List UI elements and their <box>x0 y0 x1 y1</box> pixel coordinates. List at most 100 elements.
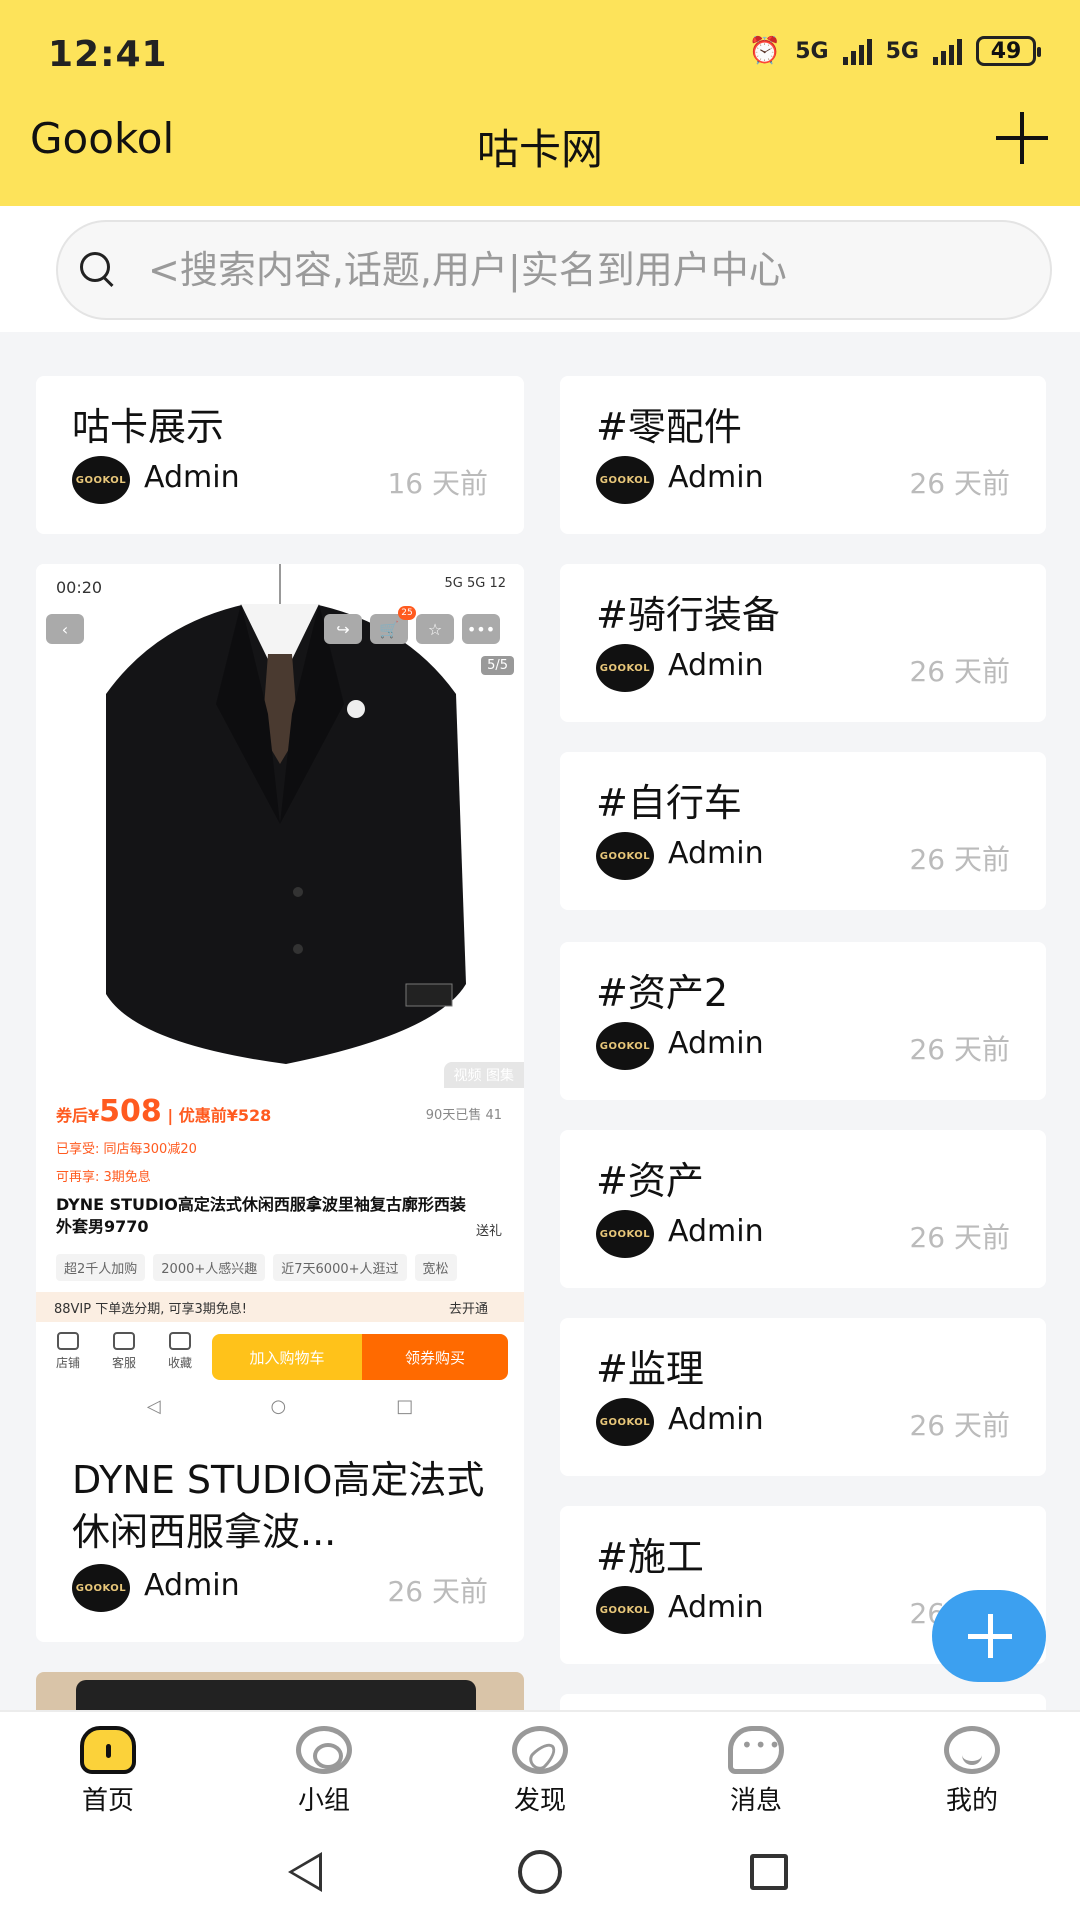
recent-apps-icon[interactable] <box>750 1854 788 1890</box>
app-name[interactable]: Gookol <box>30 114 174 163</box>
tab-profile[interactable]: 我的 <box>902 1726 1042 1826</box>
post-card-product[interactable]: 00:20 5G 5G 12 ‹ ↪ 🛒 25 ☆ ••• 5/5 视频 图集 … <box>36 564 524 1642</box>
topic-card[interactable]: #资产2 GOOKOL Admin 26 天前 <box>560 942 1046 1100</box>
post-card-peek[interactable] <box>36 1672 524 1712</box>
author-name[interactable]: Admin <box>144 1568 240 1603</box>
shot-system-nav: ◁ ○ □ <box>146 1396 414 1417</box>
tag: 2000+人感兴趣 <box>153 1254 266 1281</box>
avatar[interactable]: GOOKOL <box>72 1564 130 1612</box>
shot-star-icon: ☆ <box>416 614 454 644</box>
gift-label: 送礼 <box>475 1224 502 1239</box>
author-name[interactable]: Admin <box>668 460 764 495</box>
tag: 近7天6000+人逛过 <box>273 1254 407 1281</box>
shot-share-icon: ↪ <box>324 614 362 644</box>
tab-label: 发现 <box>513 1786 566 1816</box>
author-name[interactable]: Admin <box>668 836 764 871</box>
tab-discover[interactable]: 发现 <box>470 1726 610 1826</box>
avatar[interactable]: GOOKOL <box>596 1398 654 1446</box>
status-time: 12:41 <box>48 34 168 75</box>
price-row: 券后¥508 | 优惠前¥528 <box>56 1094 271 1129</box>
avatar[interactable]: GOOKOL <box>596 644 654 692</box>
product-screenshot[interactable]: 00:20 5G 5G 12 ‹ ↪ 🛒 25 ☆ ••• 5/5 视频 图集 … <box>36 564 524 1424</box>
card-title: #资产2 <box>596 971 729 1015</box>
post-time: 26 天前 <box>909 467 1010 500</box>
card-meta: GOOKOL Admin 26 天前 <box>72 1564 488 1612</box>
service-icon: 客服 <box>108 1332 140 1371</box>
promo-line-2: 可再享: 3期免息 <box>56 1170 151 1185</box>
tag: 宽松 <box>414 1254 457 1281</box>
post-time: 26 天前 <box>909 1033 1010 1066</box>
add-icon[interactable] <box>996 112 1048 164</box>
post-card-showcase[interactable]: 咕卡展示 GOOKOL Admin 16 天前 <box>36 376 524 534</box>
shot-bottom-icons: 店铺 客服 收藏 <box>52 1332 196 1371</box>
network-label-2: 5G <box>885 38 919 64</box>
tab-home[interactable]: 首页 <box>38 1726 178 1826</box>
app-header: 12:41 ⏰ 5G 5G 49 Gookol 咕卡网 <box>0 0 1080 206</box>
author-name[interactable]: Admin <box>668 1214 764 1249</box>
price-prefix: 券后¥ <box>56 1106 100 1125</box>
card-title: #零配件 <box>596 405 742 449</box>
author-name[interactable]: Admin <box>668 1590 764 1625</box>
system-navigation <box>0 1830 1080 1920</box>
card-title: #自行车 <box>596 781 742 825</box>
post-time: 26 天前 <box>909 655 1010 688</box>
shot-time: 00:20 <box>56 578 103 597</box>
promo-line-1: 已享受: 同店每300减20 <box>56 1142 197 1157</box>
card-title: DYNE STUDIO高定法式休闲西服拿波... <box>72 1458 485 1554</box>
shot-status: 5G 5G 12 <box>444 576 507 591</box>
avatar[interactable]: GOOKOL <box>596 832 654 880</box>
vip-banner: 88VIP 下单选分期, 可享3期免息! 去开通 <box>36 1292 524 1322</box>
favorite-icon: 收藏 <box>164 1332 196 1371</box>
tab-messages[interactable]: 消息 <box>686 1726 826 1826</box>
post-time: 26 天前 <box>909 843 1010 876</box>
bottom-tab-bar: 首页 小组 发现 消息 我的 <box>0 1710 1080 1830</box>
topic-card[interactable]: #骑行装备 GOOKOL Admin 26 天前 <box>560 564 1046 722</box>
card-meta: GOOKOL Admin 26 天前 <box>596 832 1010 880</box>
shot-more-icon: ••• <box>462 614 500 644</box>
author-name[interactable]: Admin <box>668 1026 764 1061</box>
search-box[interactable] <box>56 220 1052 320</box>
vip-text: 88VIP 下单选分期, 可享3期免息! <box>54 1302 247 1317</box>
author-name[interactable]: Admin <box>144 460 240 495</box>
signal-icon <box>842 37 872 65</box>
card-meta: GOOKOL Admin 26 天前 <box>596 1210 1010 1258</box>
avatar[interactable]: GOOKOL <box>596 456 654 504</box>
topic-card[interactable]: #零配件 GOOKOL Admin 26 天前 <box>560 376 1046 534</box>
cart-badge: 25 <box>398 606 416 620</box>
author-name[interactable]: Admin <box>668 648 764 683</box>
post-time: 26 天前 <box>909 1409 1010 1442</box>
tag: 超2千人加购 <box>56 1254 146 1281</box>
author-name[interactable]: Admin <box>668 1402 764 1437</box>
home-icon <box>80 1726 136 1774</box>
shot-buy-button: 领券购买 <box>362 1334 508 1380</box>
search-icon[interactable] <box>80 252 116 288</box>
card-meta: GOOKOL Admin 26 天前 <box>596 1022 1010 1070</box>
tab-group[interactable]: 小组 <box>254 1726 394 1826</box>
card-title: #施工 <box>596 1535 704 1579</box>
tab-label: 小组 <box>297 1786 350 1816</box>
topic-card[interactable]: #自行车 GOOKOL Admin 26 天前 <box>560 752 1046 910</box>
price: 508 <box>99 1094 162 1129</box>
avatar[interactable]: GOOKOL <box>596 1022 654 1070</box>
card-meta: GOOKOL Admin 26 天前 <box>596 456 1010 504</box>
back-icon[interactable] <box>288 1852 322 1892</box>
home-button-icon[interactable] <box>518 1850 562 1894</box>
avatar[interactable]: GOOKOL <box>596 1210 654 1258</box>
card-title: #监理 <box>596 1347 704 1391</box>
search-input[interactable] <box>148 240 1028 300</box>
card-title: 咕卡展示 <box>72 405 225 449</box>
avatar[interactable]: GOOKOL <box>72 456 130 504</box>
post-time: 26 天前 <box>909 1221 1010 1254</box>
card-title: #资产 <box>596 1159 704 1203</box>
create-post-button[interactable] <box>932 1590 1046 1682</box>
battery-level: 49 <box>990 38 1022 64</box>
tab-label: 我的 <box>945 1786 998 1816</box>
search-bar <box>0 206 1080 332</box>
tab-label: 消息 <box>729 1786 782 1816</box>
topic-card[interactable]: #监理 GOOKOL Admin 26 天前 <box>560 1318 1046 1476</box>
signal-icon-2 <box>933 37 962 65</box>
avatar[interactable]: GOOKOL <box>596 1586 654 1634</box>
topic-card[interactable]: #资产 GOOKOL Admin 26 天前 <box>560 1130 1046 1288</box>
view-tabs: 视频 图集 <box>443 1062 524 1088</box>
network-label-1: 5G <box>795 38 829 64</box>
